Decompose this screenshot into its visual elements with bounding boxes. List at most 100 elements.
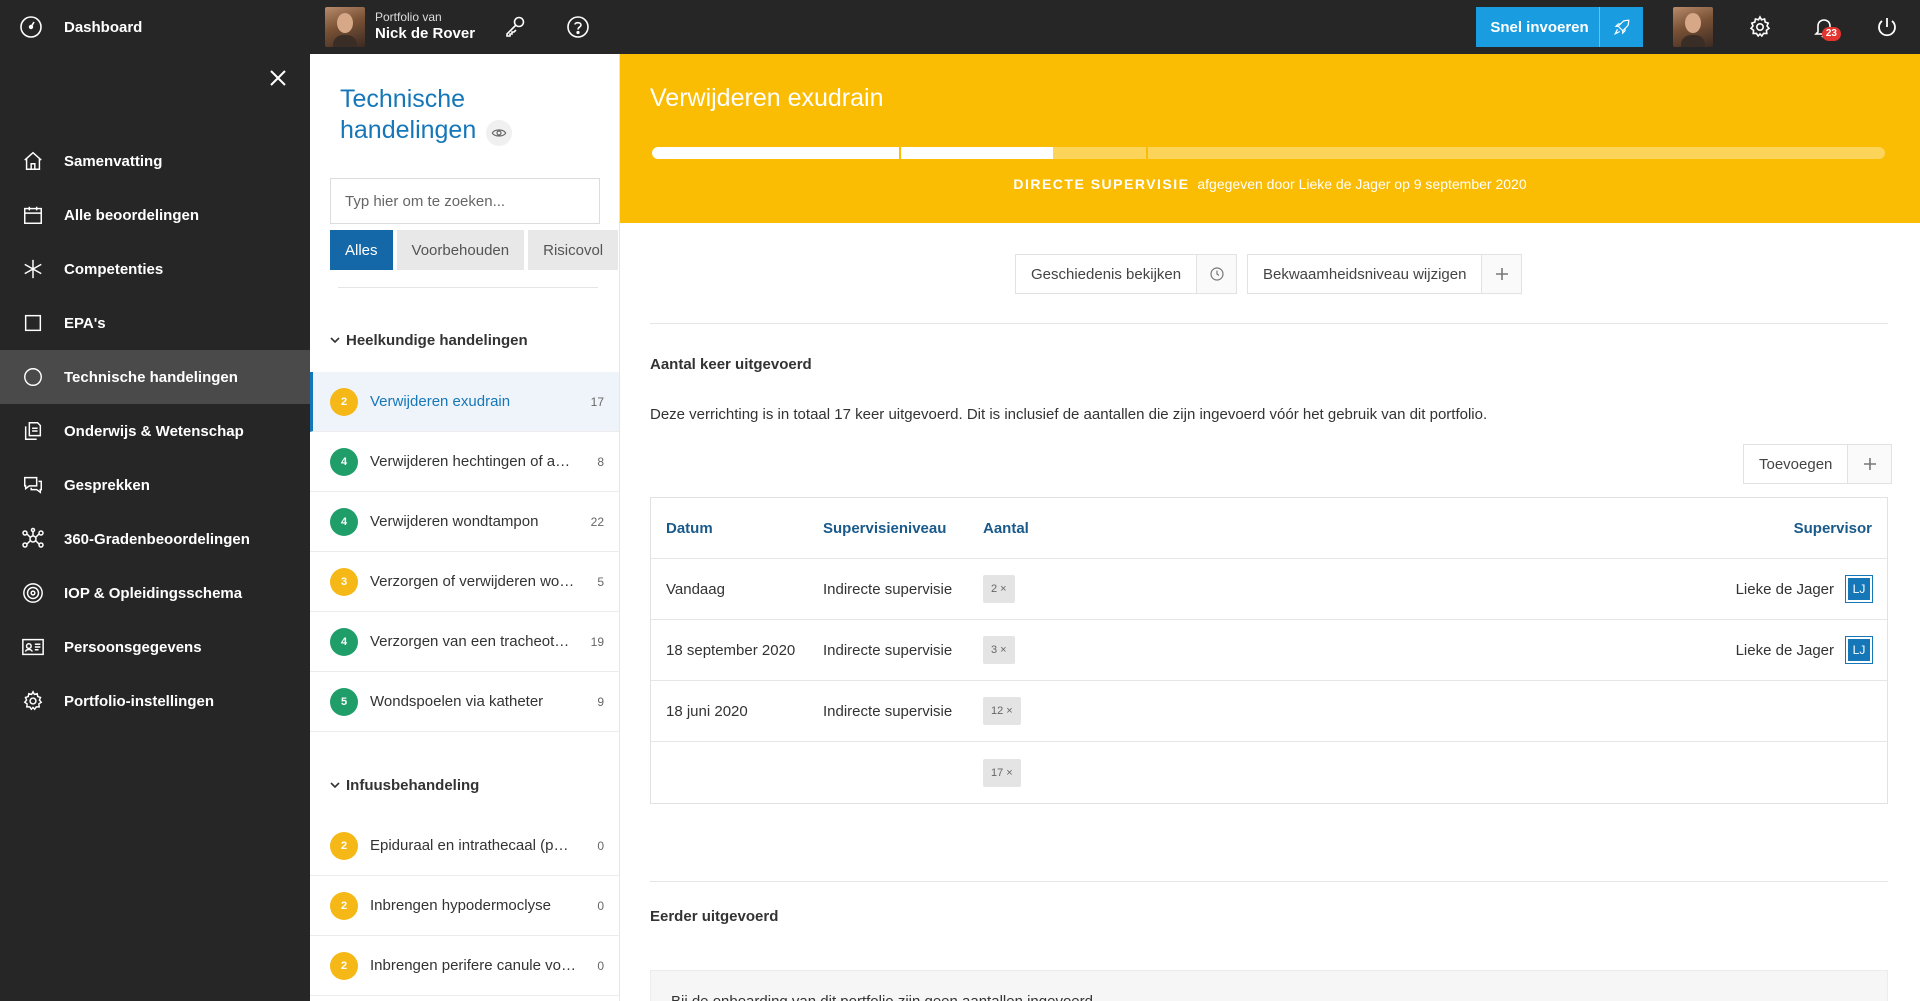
add-button[interactable]: Toevoegen <box>1743 444 1893 484</box>
list-item[interactable]: 4 Verwijderen wondtampon 22 <box>310 492 619 552</box>
item-name: Verzorgen of verwijderen wonddrain <box>370 573 576 590</box>
sidebar-item-technische-handelingen[interactable]: Technische handelingen <box>0 350 310 404</box>
cell-level: Indirecte supervisie <box>823 702 953 720</box>
tab-risicovol[interactable]: Risicovol <box>528 230 619 270</box>
bell-icon[interactable]: 23 <box>1810 13 1841 41</box>
help-icon[interactable] <box>564 13 592 41</box>
documents-icon <box>20 418 46 444</box>
sidebar-item-portfolio-instellingen[interactable]: Portfolio-instellingen <box>0 674 310 728</box>
level-badge: 2 <box>330 831 358 860</box>
calendar-icon <box>20 202 46 228</box>
item-count: 0 <box>597 838 604 853</box>
procedure-list: 2 Verwijderen exudrain 17 4 Verwijderen … <box>310 372 619 732</box>
tab-alles[interactable]: Alles <box>330 230 393 270</box>
divider <box>650 881 1888 882</box>
sidebar-item-onderwijs-wetenschap[interactable]: Onderwijs & Wetenschap <box>0 404 310 458</box>
header-aantal[interactable]: Aantal <box>983 520 1029 537</box>
item-name: Inbrengen hypodermoclyse <box>370 897 551 914</box>
eye-icon[interactable] <box>486 120 512 146</box>
sidebar-item-label: Portfolio-instellingen <box>64 692 214 710</box>
sidebar-item-persoonsgegevens[interactable]: Persoonsgegevens <box>0 620 310 674</box>
power-icon[interactable] <box>1873 13 1901 41</box>
header-datum[interactable]: Datum <box>666 520 713 537</box>
search-input[interactable] <box>330 178 600 224</box>
progress-segment-divider <box>1146 147 1148 159</box>
user-avatar[interactable] <box>1673 7 1713 47</box>
header-supervisieniveau[interactable]: Supervisieniveau <box>823 520 946 537</box>
group-header-infuusbehandeling[interactable]: Infuusbehandeling <box>330 775 479 795</box>
list-item[interactable]: 2 Inbrengen hypodermoclyse 0 <box>310 876 619 936</box>
cell-supervisor: Lieke de Jager LJ <box>1736 576 1872 602</box>
group-label: Infuusbehandeling <box>346 776 480 794</box>
close-icon[interactable] <box>268 68 288 88</box>
item-name: Wondspoelen via katheter <box>370 693 544 710</box>
level-badge: 3 <box>330 567 358 596</box>
portfolio-owner[interactable]: Portfolio van Nick de Rover <box>325 7 475 47</box>
key-icon[interactable] <box>501 13 529 41</box>
list-panel: Technische handelingen Alles Voorbehoude… <box>310 54 620 1001</box>
cell-level: Indirecte supervisie <box>823 641 953 659</box>
history-button[interactable]: Geschiedenis bekijken <box>1015 254 1238 294</box>
divider <box>338 287 598 288</box>
list-item[interactable]: 4 Verwijderen hechtingen of agrafes 8 <box>310 432 619 492</box>
list-item[interactable]: 2 Epiduraal en intrathecaal (pomp) 0 <box>310 816 619 876</box>
dashboard-link[interactable]: Dashboard <box>0 0 310 54</box>
list-item[interactable]: 2 Verwijderen exudrain 17 <box>310 372 619 432</box>
sidebar-item-samenvatting[interactable]: Samenvatting <box>0 134 310 188</box>
change-level-button[interactable]: Bekwaamheidsniveau wijzigen <box>1247 254 1523 294</box>
level-badge: 4 <box>330 507 358 536</box>
sidebar-item-gesprekken[interactable]: Gesprekken <box>0 458 310 512</box>
gear-icon <box>20 688 46 714</box>
gear-icon[interactable] <box>1746 13 1774 41</box>
sidebar-item-label: Onderwijs & Wetenschap <box>64 422 244 440</box>
table-row[interactable]: 18 juni 2020 Indirecte supervisie 12 × <box>651 681 1887 742</box>
progress-segment-divider <box>899 147 901 159</box>
level-badge: 2 <box>330 951 358 980</box>
header-supervisor[interactable]: Supervisor <box>1794 520 1872 537</box>
sidebar-item-alle-beoordelingen[interactable]: Alle beoordelingen <box>0 188 310 242</box>
table-row[interactable]: Vandaag Indirecte supervisie 2 × Lieke d… <box>651 559 1887 620</box>
change-level-label: Bekwaamheidsniveau wijzigen <box>1263 265 1467 283</box>
item-count: 17 <box>590 394 604 409</box>
group-header-heelkundige[interactable]: Heelkundige handelingen <box>330 330 528 350</box>
list-item[interactable]: 4 Verzorgen van een tracheotomie 19 <box>310 612 619 672</box>
square-icon <box>20 310 46 336</box>
level-badge: 4 <box>330 627 358 656</box>
sidebar-item-epas[interactable]: EPA's <box>0 296 310 350</box>
top-bar: Dashboard Portfolio van Nick de Rover Sn… <box>0 0 1920 54</box>
table-row[interactable]: 18 september 2020 Indirecte supervisie 3… <box>651 620 1887 681</box>
divider <box>650 323 1888 324</box>
chevron-down-icon <box>330 335 340 345</box>
sidebar-item-label: Technische handelingen <box>64 368 238 386</box>
supervisor-name: Lieke de Jager <box>1735 580 1834 598</box>
item-count: 22 <box>590 514 604 529</box>
earlier-heading: Eerder uitgevoerd <box>650 908 779 925</box>
sidebar-item-360-gradenbeoordelingen[interactable]: 360-Gradenbeoordelingen <box>0 512 310 566</box>
dashboard-label: Dashboard <box>64 18 143 36</box>
clock-icon <box>1196 255 1237 293</box>
tab-voorbehouden[interactable]: Voorbehouden <box>396 230 525 270</box>
history-button-label: Geschiedenis bekijken <box>1031 265 1182 283</box>
notification-badge: 23 <box>1821 27 1841 41</box>
filter-tabs: Alles Voorbehouden Risicovol <box>330 230 619 270</box>
table-total-row: 17 × <box>651 742 1887 803</box>
status-banner: Verwijderen exudrain DIRECTE SUPERVISIE … <box>620 54 1920 223</box>
portfolio-owner-name: Nick de Rover <box>375 25 476 43</box>
sidebar-item-label: EPA's <box>64 314 106 332</box>
sidebar-item-iop-opleidingsschema[interactable]: IOP & Opleidingsschema <box>0 566 310 620</box>
item-count: 9 <box>597 694 604 709</box>
cell-date: Vandaag <box>666 580 725 598</box>
list-item[interactable]: 5 Wondspoelen via katheter 9 <box>310 672 619 732</box>
snel-invoeren-button[interactable]: Snel invoeren <box>1476 7 1643 47</box>
table-header-row: Datum Supervisieniveau Aantal Supervisor <box>651 498 1887 559</box>
item-name: Epiduraal en intrathecaal (pomp) <box>370 837 576 854</box>
list-item[interactable]: 3 Verzorgen of verwijderen wonddrain 5 <box>310 552 619 612</box>
item-name: Verwijderen hechtingen of agrafes <box>370 453 576 470</box>
rocket-icon <box>1599 7 1643 47</box>
list-item[interactable]: 2 Inbrengen perifere canule voor infuus … <box>310 936 619 996</box>
sidebar-item-label: Persoonsgegevens <box>64 638 202 656</box>
target-icon <box>20 580 46 606</box>
sidebar-item-label: Alle beoordelingen <box>64 206 200 224</box>
sidebar-item-competenties[interactable]: Competenties <box>0 242 310 296</box>
progress-fill <box>652 147 1053 159</box>
